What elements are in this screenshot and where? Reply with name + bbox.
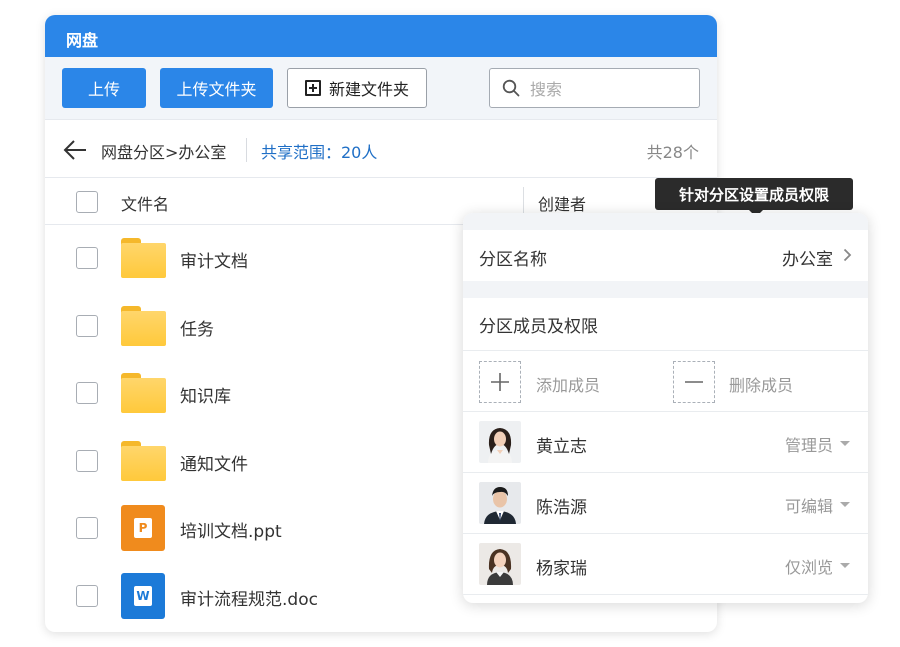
- column-divider: [523, 187, 524, 213]
- search-icon: [502, 79, 520, 97]
- caret-down-icon[interactable]: [840, 441, 850, 446]
- member-role-select[interactable]: 管理员: [785, 432, 833, 456]
- row-checkbox[interactable]: [76, 247, 98, 269]
- search-input[interactable]: 搜索: [489, 68, 700, 108]
- app-title: 网盘: [45, 15, 717, 57]
- add-member-button[interactable]: [479, 361, 521, 403]
- toolbar: 上传 上传文件夹 新建文件夹 搜索: [45, 57, 717, 120]
- member-role-select[interactable]: 可编辑: [785, 493, 833, 517]
- file-name[interactable]: 任务: [180, 315, 214, 340]
- file-name[interactable]: 审计文档: [180, 247, 248, 272]
- member-name: 黄立志: [536, 437, 587, 457]
- zone-name-row[interactable]: 分区名称 办公室: [463, 230, 868, 281]
- avatar: [479, 543, 521, 585]
- minus-icon: [685, 381, 703, 383]
- panel-spacer: [463, 213, 868, 230]
- new-folder-icon: [304, 80, 321, 96]
- panel-spacer: [463, 281, 868, 298]
- member-name: 陈浩源: [536, 498, 587, 518]
- upload-folder-button[interactable]: 上传文件夹: [160, 68, 273, 108]
- row-checkbox[interactable]: [76, 584, 98, 607]
- partition-permission-panel: 分区名称 办公室 分区成员及权限 添加成员 删除成员 黄立志 管理员 陈浩源 可…: [463, 213, 868, 603]
- ppt-file-icon: P: [121, 505, 165, 551]
- row-checkbox[interactable]: [76, 449, 98, 472]
- upload-button[interactable]: 上传: [62, 68, 146, 108]
- file-name[interactable]: 知识库: [180, 382, 231, 407]
- file-name[interactable]: 通知文件: [180, 450, 248, 475]
- zone-name-value: 办公室: [782, 250, 833, 270]
- caret-down-icon[interactable]: [840, 563, 850, 568]
- member-role-select[interactable]: 仅浏览: [785, 554, 833, 578]
- folder-icon: [121, 305, 166, 346]
- chevron-right-icon: [843, 248, 852, 262]
- file-name[interactable]: 培训文档.ppt: [180, 517, 282, 542]
- avatar: [479, 421, 521, 463]
- remove-member-label[interactable]: 删除成员: [729, 372, 793, 396]
- divider: [463, 594, 868, 595]
- divider: [246, 138, 247, 162]
- back-arrow-icon[interactable]: [63, 139, 87, 161]
- remove-member-button[interactable]: [673, 361, 715, 403]
- row-checkbox[interactable]: [76, 314, 98, 337]
- column-header-name[interactable]: 文件名: [121, 191, 169, 215]
- share-range-link[interactable]: 共享范围：20人: [261, 139, 377, 163]
- folder-icon: [121, 373, 166, 413]
- column-header-creator[interactable]: 创建者: [538, 191, 586, 215]
- word-file-icon: W: [121, 572, 165, 619]
- zone-name-label: 分区名称: [479, 250, 547, 270]
- member-row[interactable]: 黄立志 管理员: [463, 412, 868, 472]
- row-checkbox[interactable]: [76, 382, 98, 404]
- search-placeholder: 搜索: [530, 80, 563, 99]
- avatar: [479, 482, 521, 524]
- new-folder-label: 新建文件夹: [328, 80, 409, 99]
- members-section-title: 分区成员及权限: [479, 317, 598, 337]
- new-folder-button[interactable]: 新建文件夹: [287, 68, 427, 108]
- caret-down-icon[interactable]: [840, 502, 850, 507]
- member-actions: 添加成员 删除成员: [463, 351, 868, 411]
- add-member-label[interactable]: 添加成员: [536, 372, 600, 396]
- folder-icon: [121, 440, 166, 481]
- plus-icon: [491, 373, 509, 391]
- member-name: 杨家瑞: [536, 559, 587, 579]
- folder-icon: [121, 238, 166, 278]
- select-all-checkbox[interactable]: [76, 191, 98, 213]
- row-checkbox[interactable]: [76, 517, 98, 539]
- breadcrumb[interactable]: 网盘分区>办公室: [101, 139, 226, 163]
- file-name[interactable]: 审计流程规范.doc: [180, 585, 318, 610]
- path-bar: 网盘分区>办公室 共享范围：20人 共28个: [45, 120, 717, 178]
- member-row[interactable]: 杨家瑞 仅浏览: [463, 534, 868, 594]
- member-row[interactable]: 陈浩源 可编辑: [463, 473, 868, 533]
- item-count: 共28个: [646, 143, 699, 162]
- permission-tooltip: 针对分区设置成员权限: [655, 178, 853, 217]
